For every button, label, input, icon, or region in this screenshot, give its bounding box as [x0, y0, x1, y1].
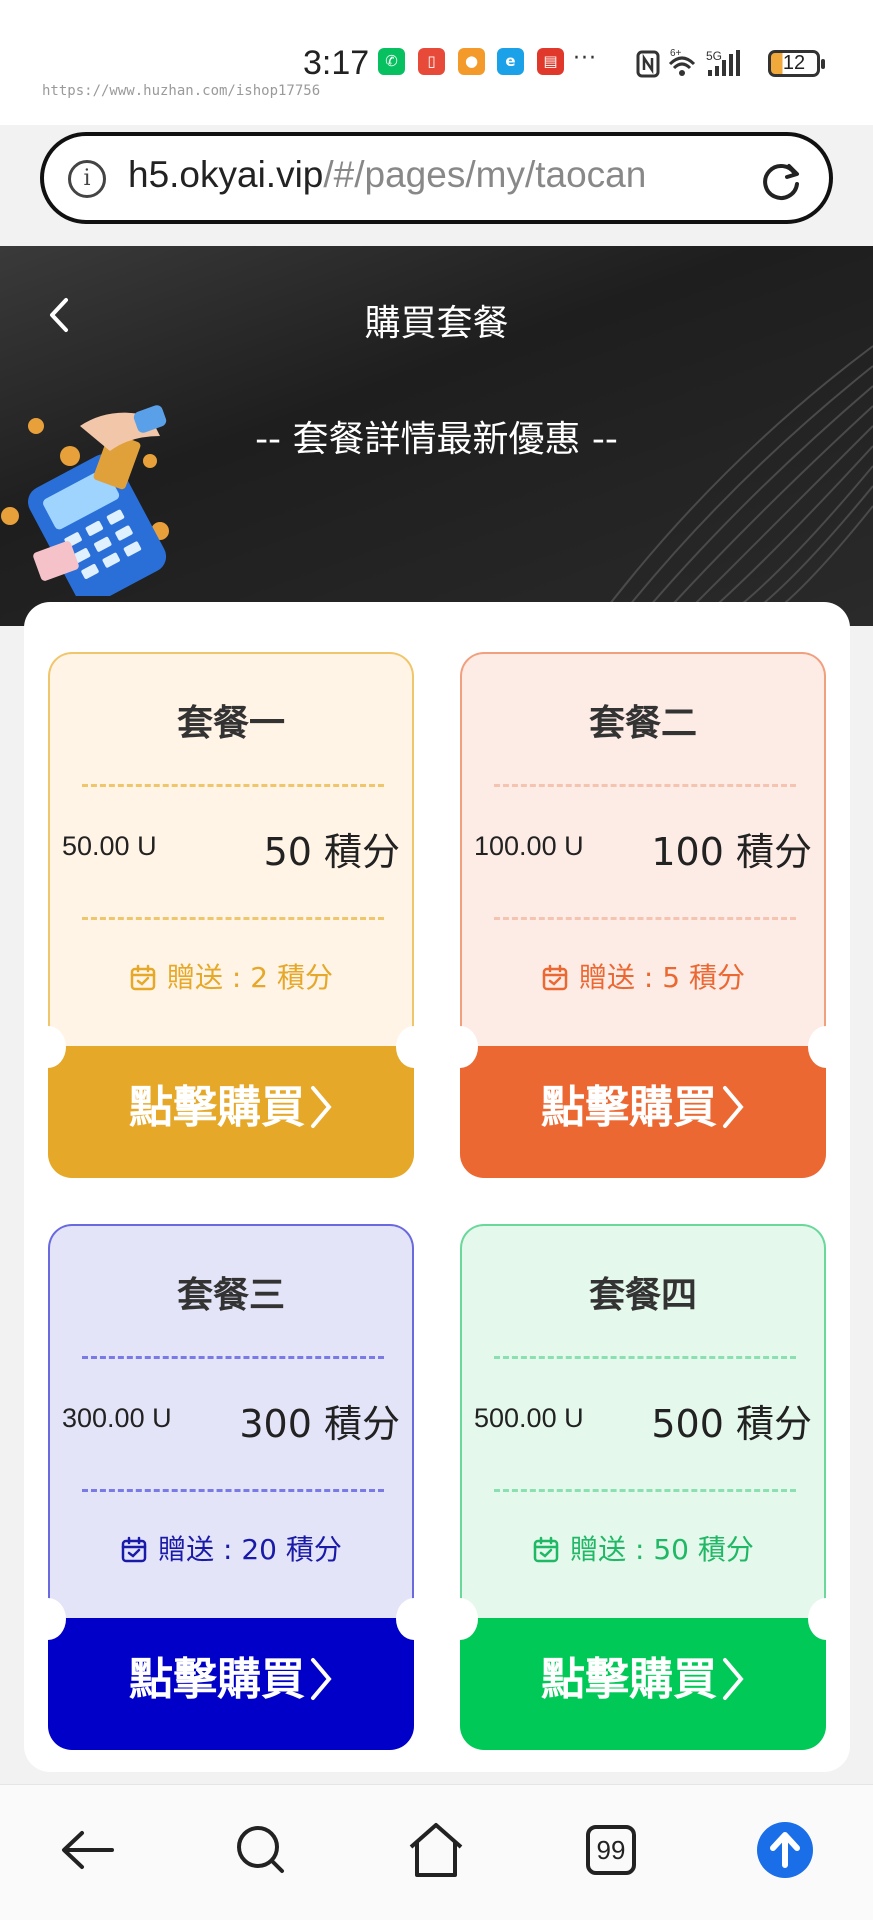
buy-button[interactable]: 點擊購買: [48, 1618, 414, 1750]
divider: [82, 784, 384, 787]
battery-indicator: 12: [768, 50, 825, 77]
package-info: 套餐四 500.00 U 500 積分 贈送 : 50 積分: [460, 1224, 826, 1618]
browser-app-icon: e: [497, 48, 524, 75]
url-text[interactable]: h5.okyai.vip/#/pages/my/taocan: [128, 154, 646, 196]
ticket-notch: [442, 1026, 478, 1068]
buy-button[interactable]: 點擊購買: [460, 1618, 826, 1750]
package-points: 50 積分: [263, 830, 400, 874]
package-price: 500.00 U: [474, 1403, 584, 1433]
cellular-signal-icon: 5G: [706, 49, 740, 76]
package-title: 套餐一: [176, 703, 285, 744]
package-info: 套餐三 300.00 U 300 積分 贈送 : 20 積分: [48, 1224, 414, 1618]
package-title: 套餐二: [588, 703, 697, 744]
reload-icon[interactable]: [759, 158, 803, 202]
page: 3:17 ✆ ▯ ● e ▤ ··· 6+ 5G 12 https://www.…: [0, 0, 873, 1920]
chevron-right-icon: [311, 1658, 332, 1700]
package-card-2: 套餐二 100.00 U 100 積分 贈送 : 5 積分 點擊購買: [442, 652, 844, 1178]
upload-icon[interactable]: [750, 1815, 820, 1885]
chevron-right-icon: [311, 1086, 332, 1128]
ticket-notch: [396, 1598, 432, 1640]
home-icon[interactable]: [401, 1815, 471, 1885]
browser-bottom-nav: 99: [0, 1784, 873, 1920]
package-gift: 贈送 : 2 積分: [50, 956, 412, 996]
wechat-icon: ✆: [378, 48, 405, 75]
package-title: 套餐三: [176, 1275, 285, 1316]
chevron-right-icon: [723, 1086, 744, 1128]
watermark-text: https://www.huzhan.com/ishop17756: [42, 83, 321, 99]
divider: [82, 917, 384, 920]
gift-text: 贈送 : 20 積分: [158, 1533, 342, 1566]
svg-text:6+: 6+: [670, 48, 682, 59]
package-info: 套餐二 100.00 U 100 積分 贈送 : 5 積分: [460, 652, 826, 1046]
package-points: 500 積分: [651, 1402, 812, 1446]
calendar-check-icon: [542, 964, 568, 991]
package-info: 套餐一 50.00 U 50 積分 贈送 : 2 積分: [48, 652, 414, 1046]
divider: [82, 1489, 384, 1492]
ticket-notch: [396, 1026, 432, 1068]
buy-button-label: 點擊購買: [129, 1082, 305, 1133]
package-gift: 贈送 : 50 積分: [462, 1528, 824, 1568]
status-time: 3:17: [303, 44, 370, 82]
svg-text:5G: 5G: [706, 49, 722, 63]
package-gift: 贈送 : 20 積分: [50, 1528, 412, 1568]
nfc-icon: [636, 50, 660, 78]
gift-text: 贈送 : 2 積分: [167, 961, 333, 994]
package-points: 300 積分: [239, 1402, 400, 1446]
decorative-lines: [592, 345, 873, 626]
payment-terminal-illustration: [1, 405, 169, 596]
more-notifications-icon: ···: [573, 46, 597, 71]
gift-text: 贈送 : 5 積分: [579, 961, 745, 994]
package-price: 50.00 U: [62, 831, 157, 861]
tabs-count: 99: [586, 1825, 636, 1875]
buy-button-label: 點擊購買: [541, 1082, 717, 1133]
status-bar: 3:17 ✆ ▯ ● e ▤ ··· 6+ 5G 12 https://www.…: [0, 0, 873, 125]
calendar-check-icon: [533, 1536, 559, 1563]
page-title: 購買套餐: [364, 303, 509, 344]
packages-card: 套餐一 50.00 U 50 積分 贈送 : 2 積分 點擊購買 套餐二 100…: [24, 602, 850, 1772]
buy-button-label: 點擊購買: [541, 1654, 717, 1705]
ticket-notch: [30, 1026, 66, 1068]
buy-button-label: 點擊購買: [129, 1654, 305, 1705]
package-card-3: 套餐三 300.00 U 300 積分 贈送 : 20 積分 點擊購買: [30, 1224, 432, 1750]
signal-icons: 6+ 5G: [636, 48, 740, 78]
audio-app-icon: ▤: [537, 48, 564, 75]
search-icon[interactable]: [226, 1815, 296, 1885]
ticket-notch: [808, 1598, 844, 1640]
page-header: 購買套餐 -- 套餐詳情最新優惠 --: [0, 246, 873, 626]
calendar-check-icon: [130, 964, 156, 991]
package-card-4: 套餐四 500.00 U 500 積分 贈送 : 50 積分 點擊購買: [442, 1224, 844, 1750]
divider: [494, 917, 796, 920]
app-notification-icon: ▯: [418, 48, 445, 75]
tabs-icon[interactable]: 99: [576, 1815, 646, 1885]
package-price: 100.00 U: [474, 831, 584, 861]
buy-button[interactable]: 點擊購買: [48, 1046, 414, 1178]
chevron-right-icon: [723, 1658, 744, 1700]
calendar-check-icon: [121, 1536, 147, 1563]
url-domain: h5.okyai.vip: [128, 154, 324, 195]
ticket-notch: [30, 1598, 66, 1640]
package-gift: 贈送 : 5 積分: [462, 956, 824, 996]
back-icon[interactable]: [52, 1815, 122, 1885]
gift-text: 贈送 : 50 積分: [570, 1533, 754, 1566]
divider: [494, 784, 796, 787]
divider: [494, 1489, 796, 1492]
message-app-icon: ●: [458, 48, 485, 75]
ticket-notch: [808, 1026, 844, 1068]
address-bar[interactable]: i h5.okyai.vip/#/pages/my/taocan: [40, 132, 833, 224]
package-card-1: 套餐一 50.00 U 50 積分 贈送 : 2 積分 點擊購買: [30, 652, 432, 1178]
url-path: /#/pages/my/taocan: [323, 154, 647, 195]
buy-button[interactable]: 點擊購買: [460, 1046, 826, 1178]
wifi-icon: 6+: [668, 48, 696, 76]
package-points: 100 積分: [651, 830, 812, 874]
ticket-notch: [442, 1598, 478, 1640]
package-title: 套餐四: [588, 1275, 697, 1316]
package-price: 300.00 U: [62, 1403, 172, 1433]
divider: [82, 1356, 384, 1359]
site-info-icon[interactable]: i: [68, 160, 106, 198]
divider: [494, 1356, 796, 1359]
